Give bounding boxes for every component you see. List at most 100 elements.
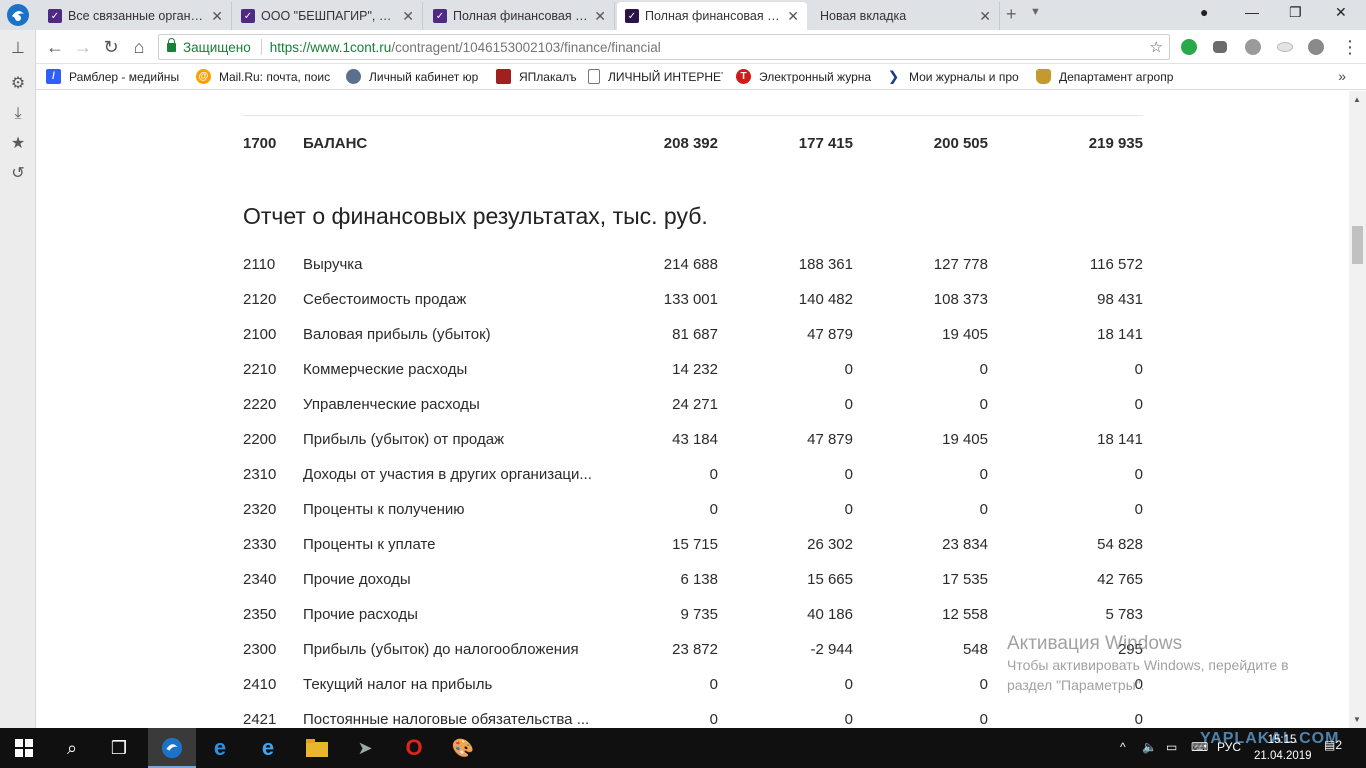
row-value: 177 415 (798, 135, 853, 152)
row-value: -2 944 (810, 641, 853, 658)
bookmark-5[interactable]: T Электронный журна (736, 69, 874, 84)
row-value: 42 765 (1097, 571, 1143, 588)
tab-4[interactable]: Новая вкладка ✕ (810, 2, 1000, 30)
extension-globe-icon[interactable] (1245, 39, 1261, 55)
back-arrow-icon[interactable]: ← (45, 37, 65, 57)
row-value: 0 (1134, 711, 1143, 728)
row-value: 15 715 (672, 536, 718, 553)
tray-chevron-icon[interactable]: ^ (1120, 740, 1126, 754)
maximize-icon[interactable]: ❐ (1289, 4, 1302, 21)
edge-icon[interactable]: e (208, 735, 232, 760)
window-close-icon[interactable]: ✕ (1335, 4, 1347, 21)
tab-0[interactable]: ✓ Все связанные организа ✕ (40, 2, 232, 30)
forward-arrow-icon[interactable]: → (73, 37, 93, 57)
paint-icon[interactable]: 🎨 (451, 736, 475, 760)
notification-count: 2 (1335, 738, 1343, 752)
extension-chat-icon[interactable] (1213, 41, 1227, 53)
bookmark-0[interactable]: / Рамблер - медийны (46, 69, 184, 84)
browser-toolbar: ← → ↻ ⌂ Защищено https://www.1cont.ru/co… (0, 30, 1366, 64)
bookmarks-more-icon[interactable]: » (1338, 68, 1346, 84)
row-value: 188 361 (798, 256, 853, 273)
watermark-title: Активация Windows (1007, 633, 1183, 654)
minimize-icon[interactable]: — (1245, 4, 1259, 20)
gear-icon[interactable]: ⚙ (9, 75, 27, 93)
table-row: 2220 Управленческие расходы 24 271 0 0 0 (243, 396, 1143, 431)
row-code: 2330 (243, 536, 277, 553)
bookmarks-bar: / Рамблер - медийны @ Mail.Ru: почта, по… (0, 64, 1366, 90)
bookmark-3[interactable]: ЯПлакалъ (496, 69, 581, 84)
scroll-up-icon[interactable]: ▲ (1353, 95, 1361, 104)
row-value: 12 558 (942, 606, 988, 623)
secure-label: Защищено (183, 39, 251, 55)
bookmark-7[interactable]: Департамент агропр (1036, 69, 1174, 84)
address-bar[interactable]: Защищено https://www.1cont.ru/contragent… (158, 34, 1170, 60)
extension-bolt-icon[interactable] (1181, 39, 1197, 55)
table-row: 2330 Проценты к уплате 15 715 26 302 23 834 5… (243, 536, 1143, 571)
history-icon[interactable]: ↺ (9, 165, 27, 183)
close-icon[interactable]: ✕ (979, 8, 991, 25)
row-code: 2120 (243, 291, 277, 308)
bookmark-2[interactable]: Личный кабинет юр (346, 69, 484, 84)
divider (243, 115, 1143, 116)
row-label: Себестоимость продаж (303, 291, 467, 308)
yaplakal-icon (496, 69, 511, 84)
row-code: 2100 (243, 326, 277, 343)
file-explorer-icon[interactable] (305, 736, 329, 760)
download-icon[interactable]: ⤓ (9, 105, 27, 123)
page-scrollbar[interactable]: ▲ ▼ (1349, 91, 1366, 728)
reload-icon[interactable]: ↻ (101, 37, 121, 57)
bookmark-label: Мои журналы и про (909, 69, 1019, 84)
tab-list-chevron-icon[interactable]: ▼ (1030, 6, 1041, 18)
row-label: Текущий налог на прибыль (303, 676, 493, 693)
search-icon[interactable]: ⌕ (60, 736, 84, 760)
table-row: 2340 Прочие доходы 6 138 15 665 17 535 42 765 (243, 571, 1143, 606)
close-icon[interactable]: ✕ (402, 8, 414, 25)
tab-2[interactable]: ✓ Полная финансовая ста ✕ (425, 2, 615, 30)
table-row: 2210 Коммерческие расходы 14 232 0 0 0 (243, 361, 1143, 396)
rambler-icon: / (46, 69, 61, 84)
browser-app-icon[interactable] (160, 736, 184, 760)
language-indicator[interactable]: РУС (1217, 740, 1241, 754)
table-row: 2310 Доходы от участия в других организац… (243, 466, 1143, 501)
internet-explorer-icon[interactable]: e (256, 735, 280, 760)
bookmark-6[interactable]: ❯ Мои журналы и про (886, 69, 1024, 84)
tab-1[interactable]: ✓ ООО "БЕШПАГИР", Беш ✕ (233, 2, 423, 30)
row-value: 26 302 (807, 536, 853, 553)
bookmark-star-icon[interactable]: ☆ (1150, 38, 1163, 56)
url-host: https://www.1cont.ru (269, 39, 392, 55)
row-code: 2340 (243, 571, 277, 588)
home-icon[interactable]: ⌂ (129, 37, 149, 57)
close-icon[interactable]: ✕ (594, 8, 606, 25)
clock[interactable]: 15:15 21.04.2019 (1254, 732, 1312, 764)
emblem-icon (1036, 69, 1051, 84)
windows-taskbar: ⌕ ❒ e e ➤ O 🎨 YAPLAKAL.COM ^ 🔈 ▭ ⌨ РУС 1… (0, 728, 1366, 768)
scroll-down-icon[interactable]: ▼ (1353, 715, 1361, 724)
opera-icon[interactable]: O (402, 735, 426, 760)
pin-icon[interactable]: ⊥ (9, 40, 27, 58)
browser-logo-icon[interactable] (4, 2, 32, 28)
row-value: 19 405 (942, 326, 988, 343)
menu-dots-icon[interactable]: ⋮ (1340, 37, 1360, 57)
extension-shield-icon[interactable] (1308, 39, 1324, 55)
profile-icon[interactable]: ● (1200, 4, 1208, 20)
keyboard-icon[interactable]: ⌨ (1191, 740, 1208, 754)
close-icon[interactable]: ✕ (787, 8, 799, 25)
volume-icon[interactable]: 🔈 (1142, 740, 1157, 754)
row-value: 98 431 (1097, 291, 1143, 308)
new-tab-plus-icon[interactable]: + (1006, 4, 1017, 25)
bookmark-4[interactable]: ЛИЧНЫЙ ИНТЕРНЕТ (588, 69, 723, 84)
extension-cloud-icon[interactable] (1277, 42, 1293, 52)
scroll-thumb[interactable] (1352, 226, 1363, 264)
table-row: 2320 Проценты к получению 0 0 0 0 (243, 501, 1143, 536)
row-value: 133 001 (663, 291, 718, 308)
notifications-icon[interactable]: ▤2 (1324, 738, 1346, 758)
close-icon[interactable]: ✕ (211, 8, 223, 25)
bookmark-1[interactable]: @ Mail.Ru: почта, поис (196, 69, 334, 84)
app-icon[interactable]: ➤ (353, 736, 377, 760)
tab-3[interactable]: ✓ Полная финансовая ста ✕ (617, 2, 807, 30)
network-icon[interactable]: ▭ (1166, 740, 1177, 754)
task-view-icon[interactable]: ❒ (107, 736, 131, 760)
row-code: 2220 (243, 396, 277, 413)
windows-start-icon[interactable] (12, 736, 36, 760)
star-icon[interactable]: ★ (9, 135, 27, 153)
